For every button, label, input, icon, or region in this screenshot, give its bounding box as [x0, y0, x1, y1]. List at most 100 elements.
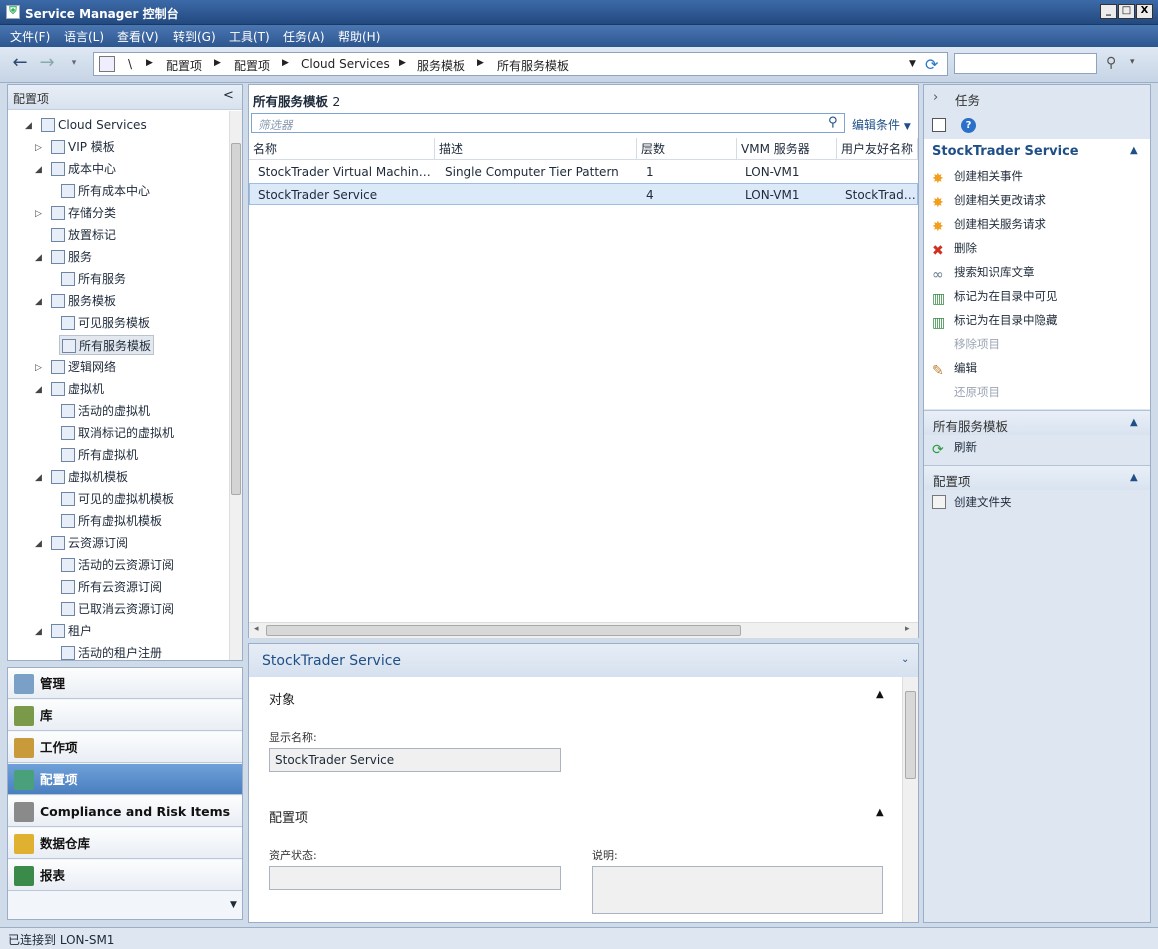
- wunderbar-button[interactable]: 数据仓库: [8, 828, 242, 859]
- tree-item[interactable]: 租户: [49, 621, 94, 641]
- tree-expand-icon[interactable]: ▷: [35, 143, 42, 153]
- task-item[interactable]: ▥ 标记为在目录中隐藏: [932, 310, 1058, 330]
- address-dropdown-icon[interactable]: ▼: [909, 59, 916, 69]
- tree-item[interactable]: 云资源订阅: [49, 533, 130, 553]
- tree-collapse-icon[interactable]: ◢: [35, 297, 42, 307]
- task-item[interactable]: ∞ 搜索知识库文章: [932, 262, 1035, 282]
- forward-arrow-icon[interactable]: →: [35, 53, 59, 75]
- close-button[interactable]: X: [1136, 4, 1153, 19]
- tree-item[interactable]: 所有服务: [59, 269, 128, 289]
- clipboard-icon[interactable]: [932, 118, 946, 132]
- tree-item[interactable]: 虚拟机: [49, 379, 106, 399]
- menu-language[interactable]: 语言(L): [64, 28, 104, 45]
- column-header-description[interactable]: 描述: [435, 138, 637, 160]
- help-icon[interactable]: ?: [961, 118, 976, 133]
- menu-file[interactable]: 文件(F): [10, 28, 50, 45]
- tree-item[interactable]: 放置标记: [49, 225, 118, 245]
- history-dropdown-icon[interactable]: ▾: [62, 53, 86, 75]
- tree-scrollbar-thumb[interactable]: [231, 143, 241, 495]
- column-header-friendly-name[interactable]: 用户友好名称: [837, 138, 918, 160]
- task-item[interactable]: ✖ 删除: [932, 238, 977, 258]
- tree-collapse-icon[interactable]: ◢: [35, 165, 42, 175]
- table-row-selected[interactable]: StockTrader Service 4 LON-VM1 StockTrade…: [249, 183, 918, 205]
- ci-section-header[interactable]: 配置项 ▲: [924, 465, 1150, 490]
- wunderbar-more-icon[interactable]: ▼: [230, 900, 237, 910]
- minimize-button[interactable]: _: [1100, 4, 1117, 19]
- edit-criteria-button[interactable]: 编辑条件 ▼: [852, 116, 911, 133]
- menu-tools[interactable]: 工具(T): [229, 28, 270, 45]
- collapse-section-icon[interactable]: ▲: [1130, 145, 1138, 156]
- menu-goto[interactable]: 转到(G): [173, 28, 216, 45]
- collapse-section-icon[interactable]: ▲: [1130, 417, 1138, 428]
- column-header-vmm-server[interactable]: VMM 服务器: [737, 138, 837, 160]
- details-vertical-scrollbar[interactable]: [902, 677, 918, 922]
- column-header-name[interactable]: 名称: [249, 138, 435, 160]
- tree-expand-icon[interactable]: ▷: [35, 363, 42, 373]
- breadcrumb-item[interactable]: 服务模板: [417, 57, 465, 74]
- details-header[interactable]: StockTrader Service ⌄: [249, 644, 918, 677]
- tree-item[interactable]: Cloud Services: [39, 115, 149, 135]
- tree-item[interactable]: 虚拟机模板: [49, 467, 130, 487]
- filter-input[interactable]: 筛选器 ⚲: [251, 113, 845, 133]
- task-item[interactable]: ✎ 编辑: [932, 358, 977, 378]
- breadcrumb-item[interactable]: 配置项: [166, 57, 202, 74]
- tree-item[interactable]: 所有成本中心: [59, 181, 152, 201]
- tree-item[interactable]: 存储分类: [49, 203, 118, 223]
- refresh-task[interactable]: ⟳ 刷新: [932, 437, 977, 457]
- breadcrumb-root[interactable]: \: [128, 57, 132, 71]
- menu-tasks[interactable]: 任务(A): [283, 28, 325, 45]
- tree-item[interactable]: 所有虚拟机模板: [59, 511, 164, 531]
- grid-horizontal-scrollbar[interactable]: ◂ ▸: [249, 622, 918, 638]
- wunderbar-button[interactable]: 工作项: [8, 732, 242, 763]
- chevron-down-icon[interactable]: ⌄: [901, 654, 909, 665]
- tree-collapse-icon[interactable]: ◢: [35, 253, 42, 263]
- menu-help[interactable]: 帮助(H): [338, 28, 380, 45]
- tree-item[interactable]: VIP 模板: [49, 137, 117, 157]
- tree-item[interactable]: 服务: [49, 247, 94, 267]
- tree-collapse-icon[interactable]: ◢: [35, 539, 42, 549]
- search-input[interactable]: [954, 53, 1097, 74]
- description-field[interactable]: [592, 866, 883, 914]
- task-item[interactable]: ▥ 标记为在目录中可见: [932, 286, 1058, 306]
- collapse-pane-button[interactable]: <: [223, 88, 234, 103]
- column-header-tiers[interactable]: 层数: [637, 138, 737, 160]
- maximize-button[interactable]: □: [1118, 4, 1135, 19]
- scroll-left-icon[interactable]: ◂: [254, 624, 259, 634]
- breadcrumb-item[interactable]: 所有服务模板: [497, 57, 569, 74]
- wunderbar-button[interactable]: 库: [8, 700, 242, 731]
- tree-item[interactable]: 服务模板: [49, 291, 118, 311]
- tree-item[interactable]: 所有服务模板: [59, 335, 155, 355]
- table-row[interactable]: StockTrader Virtual Machine... Single Co…: [249, 161, 918, 183]
- back-arrow-icon[interactable]: ←: [8, 53, 32, 75]
- search-icon[interactable]: ⚲: [1106, 55, 1116, 71]
- create-folder-task[interactable]: 创建文件夹: [932, 492, 1012, 512]
- tree-collapse-icon[interactable]: ◢: [35, 385, 42, 395]
- tree-item[interactable]: 活动的虚拟机: [59, 401, 152, 421]
- collapse-section-icon[interactable]: ▲: [876, 689, 884, 700]
- expand-tasks-icon[interactable]: ›: [933, 90, 938, 105]
- tree-collapse-icon[interactable]: ◢: [35, 473, 42, 483]
- tree-item[interactable]: 取消标记的虚拟机: [59, 423, 176, 443]
- tree-scrollbar[interactable]: [229, 111, 242, 660]
- scrollbar-thumb[interactable]: [905, 691, 916, 779]
- task-item[interactable]: ✸ 创建相关事件: [932, 166, 1023, 186]
- task-item[interactable]: ✸ 创建相关更改请求: [932, 190, 1046, 210]
- wunderbar-button[interactable]: Compliance and Risk Items: [8, 796, 242, 827]
- tree-item[interactable]: 活动的租户注册: [59, 643, 164, 663]
- wunderbar-button[interactable]: 配置项: [8, 764, 242, 795]
- filter-search-icon[interactable]: ⚲: [828, 115, 838, 130]
- scroll-right-icon[interactable]: ▸: [905, 624, 910, 634]
- tree-item[interactable]: 逻辑网络: [49, 357, 118, 377]
- address-bar[interactable]: \ ▶ 配置项 ▶ 配置项 ▶ Cloud Services ▶ 服务模板 ▶ …: [93, 52, 948, 76]
- tree-item[interactable]: 成本中心: [49, 159, 118, 179]
- search-dropdown-icon[interactable]: ▾: [1130, 57, 1135, 67]
- tree-collapse-icon[interactable]: ◢: [35, 627, 42, 637]
- display-name-field[interactable]: StockTrader Service: [269, 748, 561, 772]
- collapse-section-icon[interactable]: ▲: [876, 807, 884, 818]
- tree-item[interactable]: 所有云资源订阅: [59, 577, 164, 597]
- menu-view[interactable]: 查看(V): [117, 28, 159, 45]
- refresh-icon[interactable]: ⟳: [925, 55, 938, 74]
- tree-collapse-icon[interactable]: ◢: [25, 121, 32, 131]
- scrollbar-thumb[interactable]: [266, 625, 741, 636]
- tree-item[interactable]: 所有虚拟机: [59, 445, 140, 465]
